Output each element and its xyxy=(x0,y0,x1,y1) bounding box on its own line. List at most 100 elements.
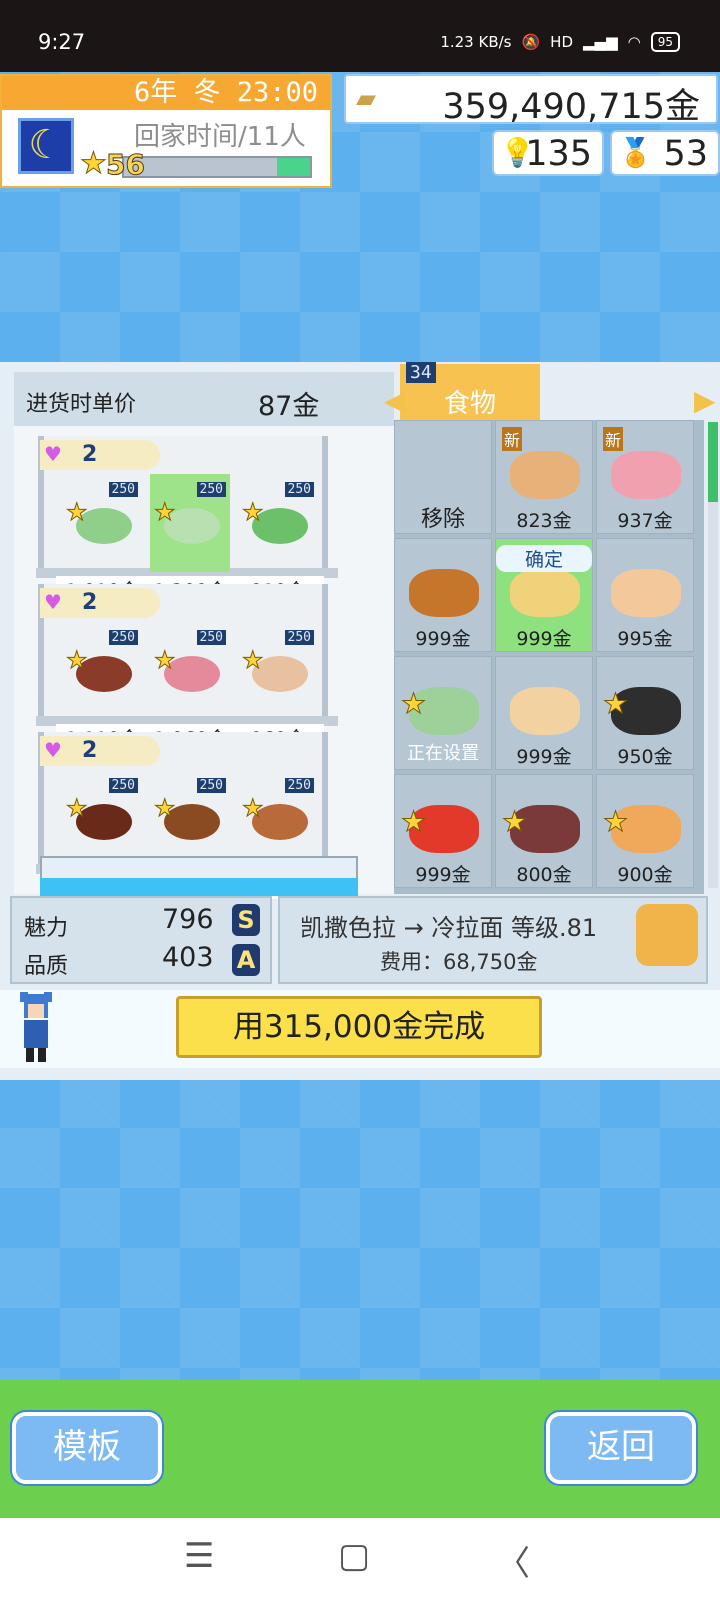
assistant-character-icon xyxy=(20,992,52,1062)
star-icon: ★ xyxy=(154,646,176,675)
catalog-item-label: 确定 xyxy=(496,545,592,572)
shelf-row: ♥2250★1,110金250★1,209金250★1,209金 xyxy=(36,732,338,899)
catalog-item[interactable]: ★ 950金 xyxy=(596,656,694,770)
clock: 9:27 xyxy=(38,30,86,54)
catalog-item-price: 800金 xyxy=(516,864,572,886)
quality-rank-badge: A xyxy=(232,944,260,976)
multiplier-count: 2 xyxy=(82,738,98,763)
food-icon xyxy=(510,569,580,617)
quality-value: 403 xyxy=(162,942,214,973)
shelf-slot[interactable]: 250★1,060金 xyxy=(144,622,236,751)
heart-icon: ♥ xyxy=(44,738,62,762)
star-icon: ★ xyxy=(602,687,629,721)
upgrade-text: 凯撒色拉 → 冷拉面 等级.81 xyxy=(300,914,598,942)
shelf-slot[interactable]: 250★1,110金 xyxy=(56,622,148,751)
catalog-item[interactable]: 新 937金 xyxy=(596,420,694,534)
shelf-slot[interactable]: 250★1,209金 xyxy=(144,770,236,899)
star-icon: ★ xyxy=(66,794,88,823)
shelf-multiplier-badge: ♥ 2 xyxy=(40,736,160,766)
medals-value: 53 xyxy=(663,134,708,174)
catalog-item[interactable]: 新 823金 xyxy=(495,420,593,534)
shelf-multiplier-badge: ♥ 2 xyxy=(40,588,160,618)
star-icon: ★ xyxy=(66,646,88,675)
gold-counter: ▰ 359,490,715金 xyxy=(344,74,718,127)
star-icon: ★ xyxy=(154,498,176,527)
star-icon: ★ xyxy=(501,805,528,839)
charm-value: 796 xyxy=(162,904,214,935)
menu-icon[interactable]: ☰ xyxy=(184,1536,214,1576)
network-speed: 1.23 KB/s xyxy=(440,33,512,51)
multiplier-count: 2 xyxy=(82,590,98,615)
shelf-editor-panel: 进货时单价 87金 ♥2250★1,010金250★1,209金250★910金… xyxy=(0,362,720,1080)
stock-count-badge: 250 xyxy=(196,482,226,497)
upgrade-cost: 费用：68,750金 xyxy=(380,950,538,974)
shelf-slot[interactable]: 250★1,209金 xyxy=(144,474,236,603)
catalog-item[interactable]: 移除 xyxy=(394,420,492,534)
catalog-item[interactable]: 995金 xyxy=(596,538,694,652)
level-progress-fill xyxy=(277,158,310,176)
catalog-item-price: 999金 xyxy=(516,628,572,650)
date-panel: 6年 冬 23:00 ☾ 回家时间/11人 ★ 56 xyxy=(0,74,332,188)
star-icon: ★ xyxy=(66,498,88,527)
quality-label: 品质 xyxy=(24,954,69,979)
catalog-item-price: 823金 xyxy=(516,510,572,532)
catalog-item-price: 900金 xyxy=(617,864,673,886)
food-icon xyxy=(409,569,479,617)
stock-count-badge: 250 xyxy=(196,778,226,793)
stock-count-badge: 250 xyxy=(108,778,138,793)
catalog-item[interactable]: 999金 xyxy=(495,656,593,770)
upgrade-dish-icon[interactable] xyxy=(636,904,698,966)
item-catalog-grid: 移除 新 823金 新 937金 999金 确定 999金 995金 ★ 正在设置 999金 ★ 950金… xyxy=(394,420,704,894)
medal-icon: 🏅 xyxy=(618,136,653,169)
catalog-item[interactable]: ★ 800金 xyxy=(495,774,593,888)
ideas-counter: 💡 135 xyxy=(492,130,604,176)
star-icon: ★ xyxy=(242,498,264,527)
stock-count-badge: 250 xyxy=(284,482,314,497)
tab-count-badge: 34 xyxy=(406,362,436,383)
complete-button[interactable]: 用315,000金完成 xyxy=(176,996,542,1058)
moon-icon: ☾ xyxy=(18,118,74,174)
catalog-item[interactable]: ★ 900金 xyxy=(596,774,694,888)
catalog-item[interactable]: 999金 xyxy=(394,538,492,652)
template-button[interactable]: 模板 xyxy=(12,1412,162,1484)
catalog-item-price: 999金 xyxy=(415,628,471,650)
shelf-slot[interactable]: 250★960金 xyxy=(232,622,324,751)
gold-value: 359,490,715金 xyxy=(442,87,700,127)
upgrade-panel[interactable]: 凯撒色拉 → 冷拉面 等级.81 费用：68,750金 xyxy=(278,896,708,984)
shelf-slot[interactable]: 250★1,110金 xyxy=(56,770,148,899)
catalog-item[interactable]: ★ 999金 xyxy=(394,774,492,888)
back-button[interactable]: 返回 xyxy=(546,1412,696,1484)
stock-count-badge: 250 xyxy=(108,630,138,645)
ideas-value: 135 xyxy=(525,134,592,174)
date-label: 6年 冬 23:00 xyxy=(2,76,330,110)
star-icon: ★ xyxy=(80,146,108,182)
stock-count-badge: 250 xyxy=(284,778,314,793)
background-bottom xyxy=(0,1068,720,1380)
back-icon[interactable]: 〈 xyxy=(496,1536,530,1585)
charm-label: 魅力 xyxy=(24,916,69,941)
new-badge-icon: 新 xyxy=(502,427,523,451)
shelf-slot[interactable]: 250★1,010金 xyxy=(56,474,148,603)
new-badge-icon: 新 xyxy=(603,427,624,451)
signal-icon: ▂▄▆ xyxy=(583,33,618,51)
system-nav-bar: ☰ ▢ 〈 xyxy=(0,1518,720,1600)
tab-prev-arrow-icon[interactable]: ◀ xyxy=(384,384,406,417)
catalog-item-label: 正在设置 xyxy=(407,743,479,764)
shelf-multiplier-badge: ♥ 2 xyxy=(40,440,160,470)
unit-price-header: 进货时单价 87金 xyxy=(14,372,394,426)
tab-next-arrow-icon[interactable]: ▶ xyxy=(694,384,716,417)
catalog-item[interactable]: 确定 999金 xyxy=(495,538,593,652)
mute-icon: 🔕 xyxy=(521,33,541,51)
catalog-item[interactable]: ★ 正在设置 xyxy=(394,656,492,770)
catalog-scroll-thumb[interactable] xyxy=(708,422,718,502)
catalog-item-price: 950金 xyxy=(617,746,673,768)
shelf-row: ♥2250★1,010金250★1,209金250★910金 xyxy=(36,436,338,603)
shelf-row: ♥2250★1,110金250★1,060金250★960金 xyxy=(36,584,338,751)
home-icon[interactable]: ▢ xyxy=(338,1536,370,1576)
coin-stack-icon: ▰ xyxy=(356,84,376,114)
catalog-item-price: 999金 xyxy=(516,746,572,768)
shelf-base-glow xyxy=(40,878,358,896)
shelf-slot[interactable]: 250★910金 xyxy=(232,474,324,603)
shelf-slot[interactable]: 250★1,209金 xyxy=(232,770,324,899)
stock-count-badge: 250 xyxy=(284,630,314,645)
